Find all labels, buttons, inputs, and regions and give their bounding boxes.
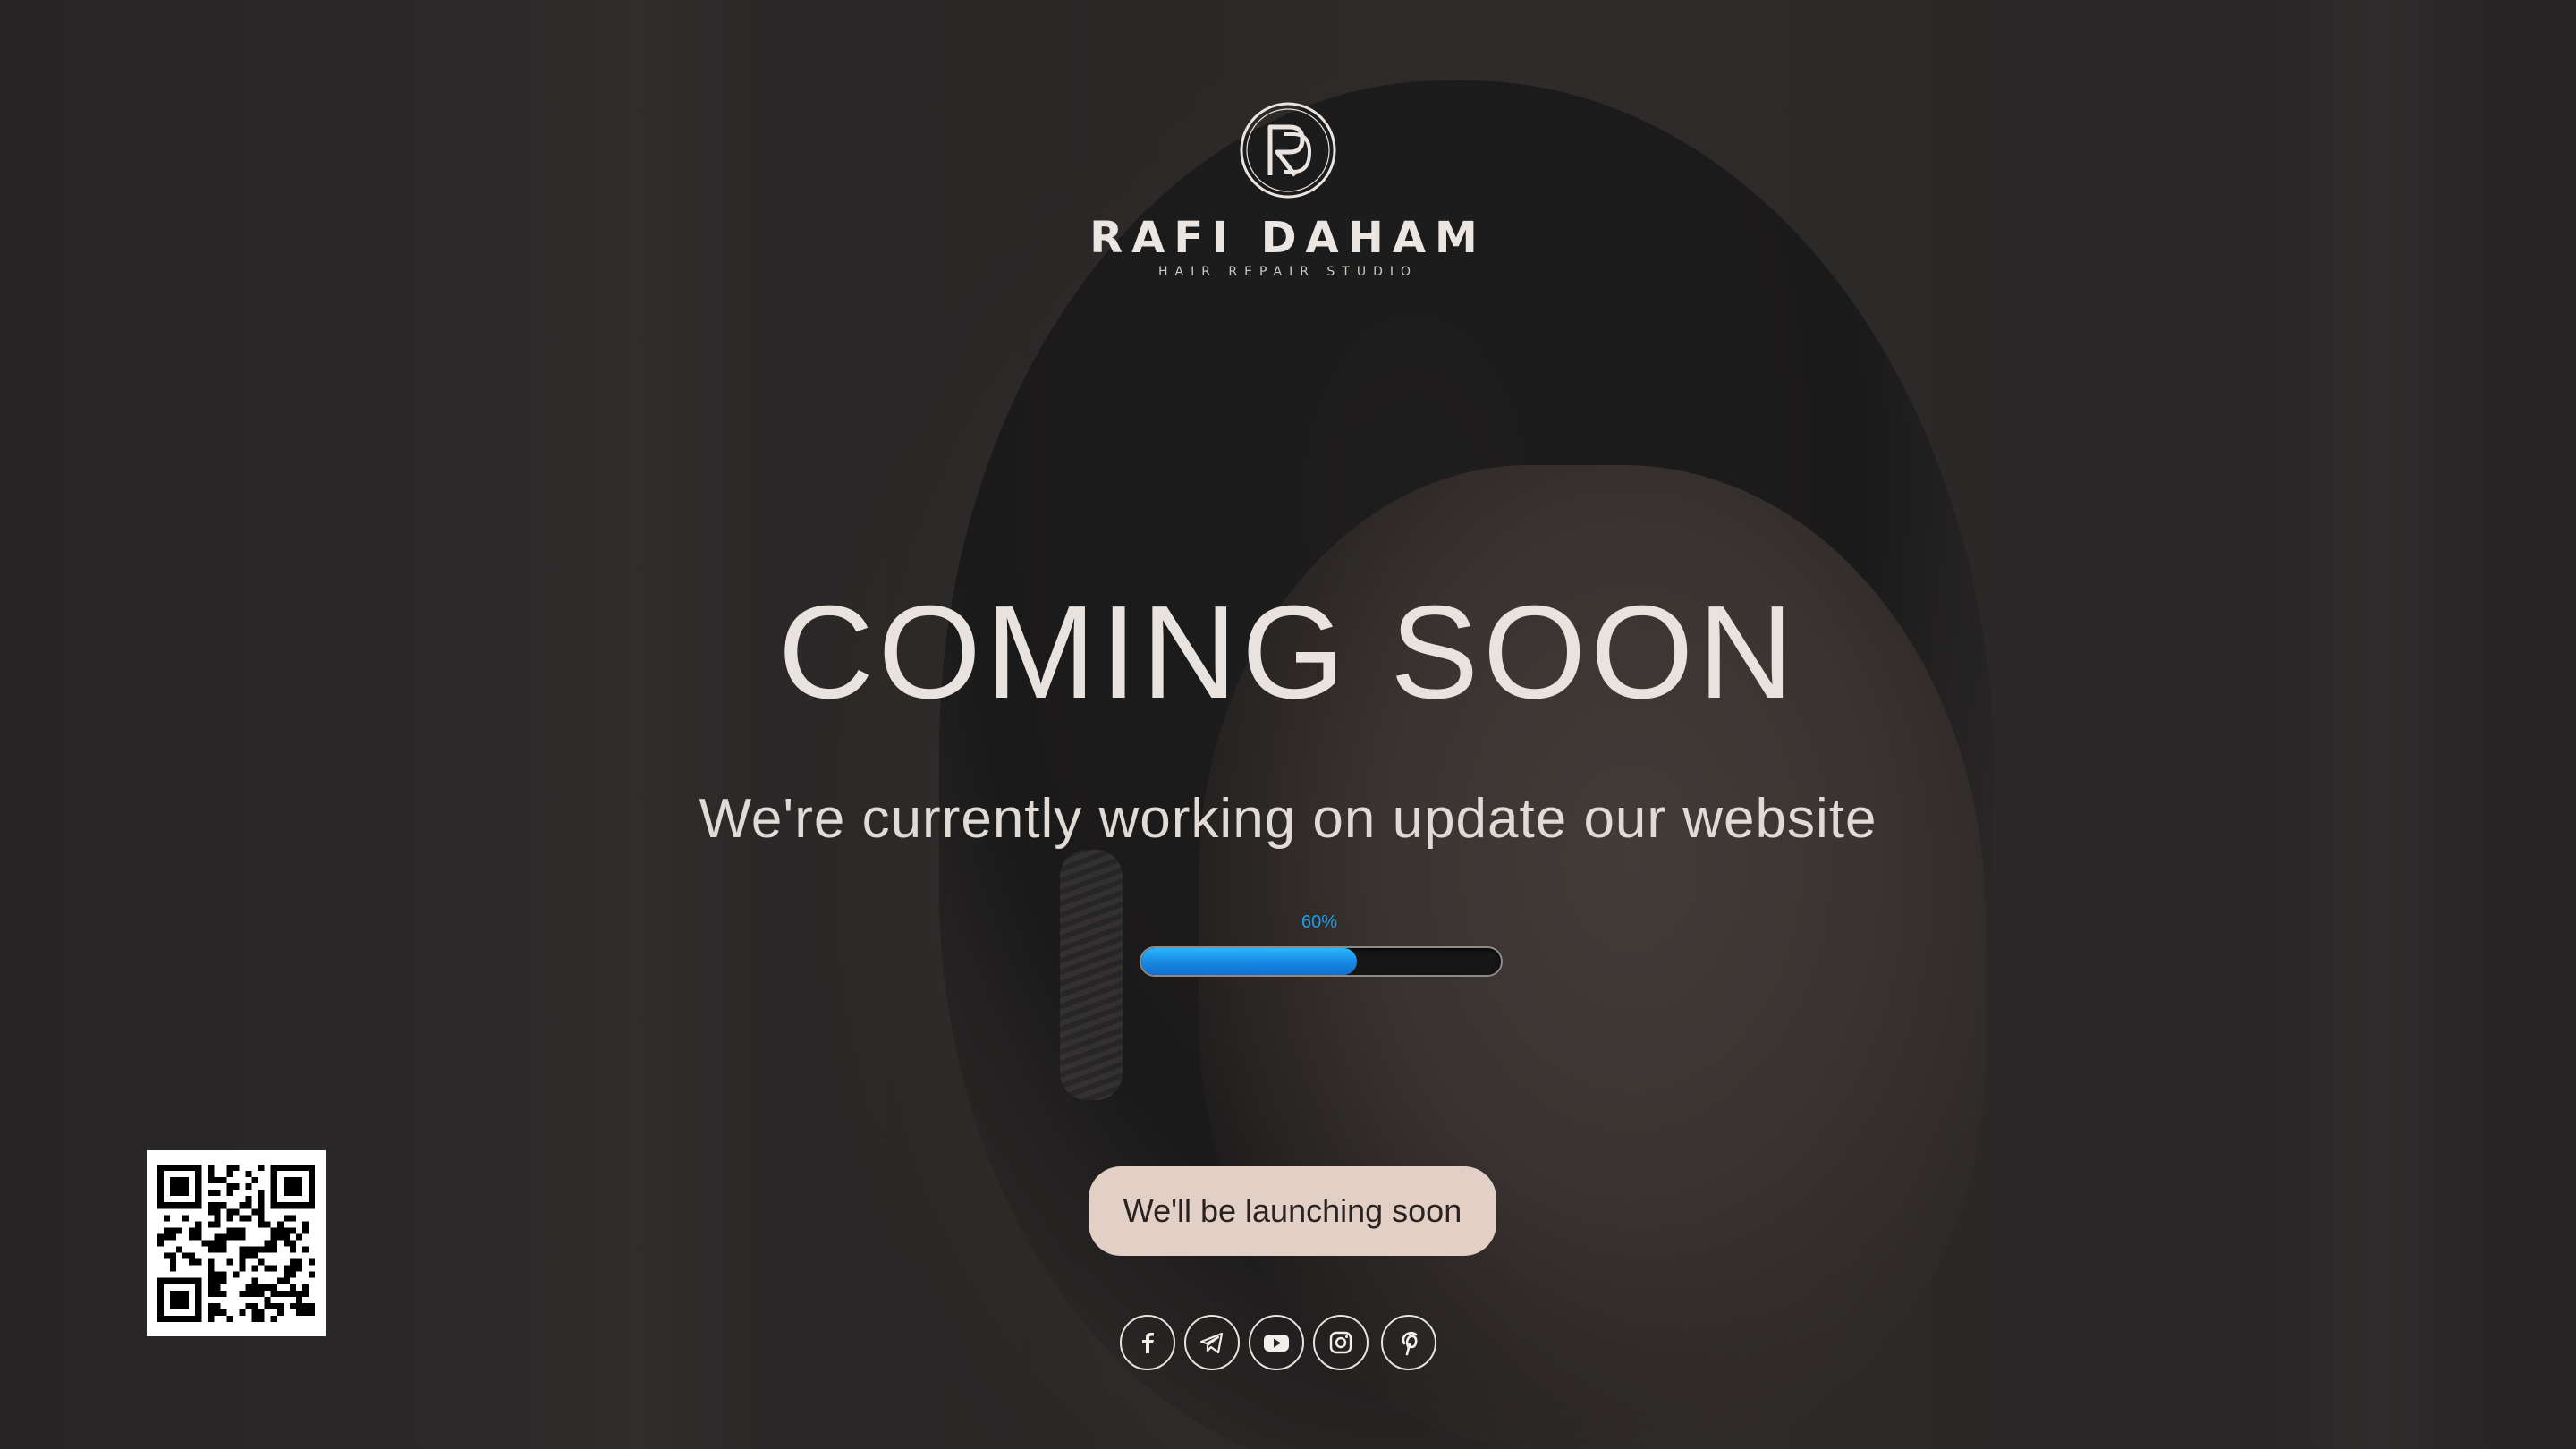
youtube-icon [1264, 1335, 1289, 1352]
telegram-icon [1199, 1332, 1224, 1354]
page-title: COMING SOON [777, 579, 1799, 726]
page-subtitle: We're currently working on update our we… [699, 788, 1877, 850]
telegram-link[interactable] [1184, 1315, 1240, 1370]
brand-tagline: HAIR REPAIR STUDIO [1157, 265, 1419, 279]
monogram-logo-icon [1240, 102, 1336, 199]
progress-bar [1140, 946, 1503, 977]
launching-soon-button[interactable]: We'll be launching soon [1089, 1166, 1496, 1256]
facebook-icon [1142, 1333, 1154, 1353]
instagram-link[interactable] [1313, 1315, 1368, 1370]
instagram-icon [1329, 1331, 1352, 1354]
qr-code[interactable] [147, 1150, 326, 1336]
facebook-link[interactable] [1120, 1315, 1175, 1370]
social-links [1120, 1315, 1447, 1377]
qr-code-icon [157, 1165, 315, 1322]
progress-fill [1141, 948, 1358, 975]
brand-logo[interactable]: RAFI DAHAM HAIR REPAIR STUDIO [0, 100, 2576, 279]
youtube-link[interactable] [1249, 1315, 1304, 1370]
pinterest-icon [1402, 1331, 1418, 1356]
pinterest-link[interactable] [1381, 1315, 1436, 1370]
progress-label: 60% [1301, 912, 1338, 932]
brand-name: RAFI DAHAM [1089, 213, 1487, 263]
